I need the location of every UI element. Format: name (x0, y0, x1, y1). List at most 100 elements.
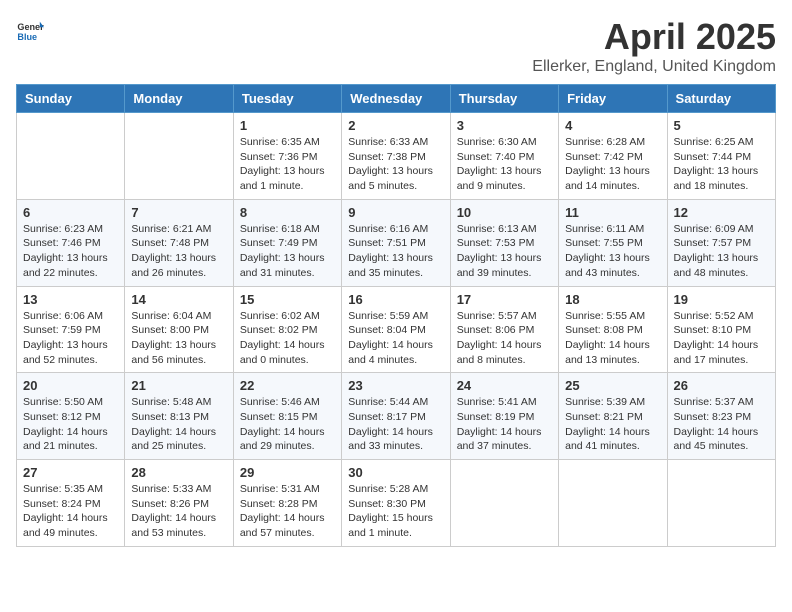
title-area: April 2025 Ellerker, England, United Kin… (532, 16, 776, 76)
calendar-week-row: 20 Sunrise: 5:50 AM Sunset: 8:12 PM Dayli… (17, 373, 776, 460)
calendar-cell: 8 Sunrise: 6:18 AM Sunset: 7:49 PM Daylig… (233, 199, 341, 286)
day-number: 15 (240, 292, 335, 307)
day-info: Sunrise: 5:31 AM Sunset: 8:28 PM Dayligh… (240, 482, 335, 541)
calendar-cell: 24 Sunrise: 5:41 AM Sunset: 8:19 PM Dayli… (450, 373, 558, 460)
day-info: Sunrise: 5:28 AM Sunset: 8:30 PM Dayligh… (348, 482, 443, 541)
day-info: Sunrise: 6:30 AM Sunset: 7:40 PM Dayligh… (457, 135, 552, 194)
day-info: Sunrise: 6:23 AM Sunset: 7:46 PM Dayligh… (23, 222, 118, 281)
calendar-cell: 25 Sunrise: 5:39 AM Sunset: 8:21 PM Dayli… (559, 373, 667, 460)
day-number: 5 (674, 118, 769, 133)
day-info: Sunrise: 5:44 AM Sunset: 8:17 PM Dayligh… (348, 395, 443, 454)
day-number: 27 (23, 465, 118, 480)
day-number: 1 (240, 118, 335, 133)
svg-text:Blue: Blue (17, 32, 37, 42)
calendar-cell (667, 460, 775, 547)
day-of-week-header: Thursday (450, 85, 558, 113)
calendar-cell: 22 Sunrise: 5:46 AM Sunset: 8:15 PM Dayli… (233, 373, 341, 460)
calendar-table: SundayMondayTuesdayWednesdayThursdayFrid… (16, 84, 776, 547)
calendar-cell (17, 113, 125, 200)
day-info: Sunrise: 6:06 AM Sunset: 7:59 PM Dayligh… (23, 309, 118, 368)
day-info: Sunrise: 6:16 AM Sunset: 7:51 PM Dayligh… (348, 222, 443, 281)
day-number: 28 (131, 465, 226, 480)
calendar-cell: 7Sunrise: 6:21 AM Sunset: 7:48 PM Daylig… (125, 199, 233, 286)
day-number: 24 (457, 378, 552, 393)
day-number: 14 (131, 292, 226, 307)
calendar-cell: 13 Sunrise: 6:06 AM Sunset: 7:59 PM Dayli… (17, 286, 125, 373)
day-of-week-header: Tuesday (233, 85, 341, 113)
day-number: 4 (565, 118, 660, 133)
day-info: Sunrise: 5:52 AM Sunset: 8:10 PM Dayligh… (674, 309, 769, 368)
day-number: 29 (240, 465, 335, 480)
day-number: 12 (674, 205, 769, 220)
day-number: 11 (565, 205, 660, 220)
day-number: 10 (457, 205, 552, 220)
day-number: 13 (23, 292, 118, 307)
day-number: 20 (23, 378, 118, 393)
calendar-cell: 15 Sunrise: 6:02 AM Sunset: 8:02 PM Dayli… (233, 286, 341, 373)
day-info: Sunrise: 6:09 AM Sunset: 7:57 PM Dayligh… (674, 222, 769, 281)
day-info: Sunrise: 6:02 AM Sunset: 8:02 PM Dayligh… (240, 309, 335, 368)
calendar-cell: 4Sunrise: 6:28 AM Sunset: 7:42 PM Daylig… (559, 113, 667, 200)
calendar-cell (450, 460, 558, 547)
day-number: 22 (240, 378, 335, 393)
day-number: 16 (348, 292, 443, 307)
calendar-cell: 29 Sunrise: 5:31 AM Sunset: 8:28 PM Dayli… (233, 460, 341, 547)
day-number: 17 (457, 292, 552, 307)
calendar-cell: 21 Sunrise: 5:48 AM Sunset: 8:13 PM Dayli… (125, 373, 233, 460)
calendar-cell: 27 Sunrise: 5:35 AM Sunset: 8:24 PM Dayli… (17, 460, 125, 547)
day-info: Sunrise: 5:57 AM Sunset: 8:06 PM Dayligh… (457, 309, 552, 368)
calendar-cell: 16 Sunrise: 5:59 AM Sunset: 8:04 PM Dayli… (342, 286, 450, 373)
day-number: 25 (565, 378, 660, 393)
day-number: 21 (131, 378, 226, 393)
calendar-cell (125, 113, 233, 200)
calendar-week-row: 6 Sunrise: 6:23 AM Sunset: 7:46 PM Daylig… (17, 199, 776, 286)
calendar-cell: 19 Sunrise: 5:52 AM Sunset: 8:10 PM Dayli… (667, 286, 775, 373)
calendar-cell: 14 Sunrise: 6:04 AM Sunset: 8:00 PM Dayli… (125, 286, 233, 373)
day-info: Sunrise: 5:37 AM Sunset: 8:23 PM Dayligh… (674, 395, 769, 454)
calendar-cell: 5 Sunrise: 6:25 AM Sunset: 7:44 PM Daylig… (667, 113, 775, 200)
day-info: Sunrise: 5:35 AM Sunset: 8:24 PM Dayligh… (23, 482, 118, 541)
day-info: Sunrise: 6:18 AM Sunset: 7:49 PM Dayligh… (240, 222, 335, 281)
day-info: Sunrise: 5:55 AM Sunset: 8:08 PM Dayligh… (565, 309, 660, 368)
day-number: 18 (565, 292, 660, 307)
day-info: Sunrise: 5:50 AM Sunset: 8:12 PM Dayligh… (23, 395, 118, 454)
calendar-cell: 30Sunrise: 5:28 AM Sunset: 8:30 PM Dayli… (342, 460, 450, 547)
day-info: Sunrise: 5:59 AM Sunset: 8:04 PM Dayligh… (348, 309, 443, 368)
calendar-cell: 20 Sunrise: 5:50 AM Sunset: 8:12 PM Dayli… (17, 373, 125, 460)
day-info: Sunrise: 6:04 AM Sunset: 8:00 PM Dayligh… (131, 309, 226, 368)
calendar-cell: 3 Sunrise: 6:30 AM Sunset: 7:40 PM Daylig… (450, 113, 558, 200)
calendar-cell: 23Sunrise: 5:44 AM Sunset: 8:17 PM Dayli… (342, 373, 450, 460)
calendar-cell (559, 460, 667, 547)
day-info: Sunrise: 6:11 AM Sunset: 7:55 PM Dayligh… (565, 222, 660, 281)
calendar-cell: 18 Sunrise: 5:55 AM Sunset: 8:08 PM Dayli… (559, 286, 667, 373)
calendar-week-row: 13 Sunrise: 6:06 AM Sunset: 7:59 PM Dayli… (17, 286, 776, 373)
day-info: Sunrise: 6:13 AM Sunset: 7:53 PM Dayligh… (457, 222, 552, 281)
day-info: Sunrise: 5:48 AM Sunset: 8:13 PM Dayligh… (131, 395, 226, 454)
day-number: 8 (240, 205, 335, 220)
day-of-week-header: Monday (125, 85, 233, 113)
day-number: 26 (674, 378, 769, 393)
header: General Blue April 2025 Ellerker, Englan… (16, 16, 776, 76)
day-number: 3 (457, 118, 552, 133)
location-title: Ellerker, England, United Kingdom (532, 58, 776, 76)
day-number: 7 (131, 205, 226, 220)
calendar-cell: 2Sunrise: 6:33 AM Sunset: 7:38 PM Daylig… (342, 113, 450, 200)
calendar-week-row: 1 Sunrise: 6:35 AM Sunset: 7:36 PM Daylig… (17, 113, 776, 200)
day-info: Sunrise: 5:46 AM Sunset: 8:15 PM Dayligh… (240, 395, 335, 454)
day-of-week-header: Sunday (17, 85, 125, 113)
day-number: 2 (348, 118, 443, 133)
calendar-header-row: SundayMondayTuesdayWednesdayThursdayFrid… (17, 85, 776, 113)
calendar-cell: 28 Sunrise: 5:33 AM Sunset: 8:26 PM Dayli… (125, 460, 233, 547)
logo: General Blue (16, 16, 44, 44)
day-number: 19 (674, 292, 769, 307)
calendar-week-row: 27 Sunrise: 5:35 AM Sunset: 8:24 PM Dayli… (17, 460, 776, 547)
calendar-cell: 10 Sunrise: 6:13 AM Sunset: 7:53 PM Dayli… (450, 199, 558, 286)
day-info: Sunrise: 6:35 AM Sunset: 7:36 PM Dayligh… (240, 135, 335, 194)
day-info: Sunrise: 6:25 AM Sunset: 7:44 PM Dayligh… (674, 135, 769, 194)
calendar-cell: 1 Sunrise: 6:35 AM Sunset: 7:36 PM Daylig… (233, 113, 341, 200)
day-info: Sunrise: 5:33 AM Sunset: 8:26 PM Dayligh… (131, 482, 226, 541)
calendar-cell: 9Sunrise: 6:16 AM Sunset: 7:51 PM Daylig… (342, 199, 450, 286)
day-number: 6 (23, 205, 118, 220)
day-info: Sunrise: 5:39 AM Sunset: 8:21 PM Dayligh… (565, 395, 660, 454)
day-info: Sunrise: 5:41 AM Sunset: 8:19 PM Dayligh… (457, 395, 552, 454)
